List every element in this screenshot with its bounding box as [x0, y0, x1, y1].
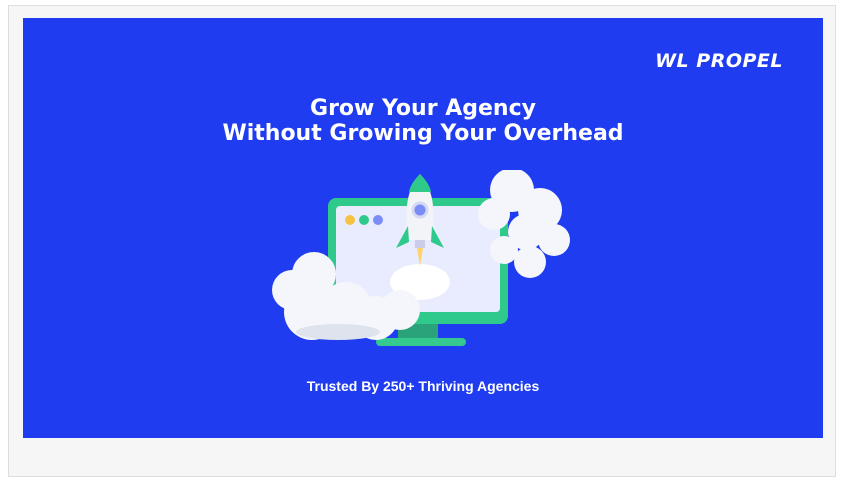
- window-dot-blue: [373, 215, 383, 225]
- monitor-base: [376, 338, 466, 346]
- hero-headline: Grow Your Agency Without Growing Your Ov…: [23, 96, 823, 146]
- headline-line-2: Without Growing Your Overhead: [222, 121, 624, 146]
- hero-tagline: Trusted By 250+ Thriving Agencies: [306, 378, 540, 394]
- hero-banner: WL PROPEL Grow Your Agency Without Growi…: [23, 18, 823, 438]
- window-dot-yellow: [345, 215, 355, 225]
- brand-logo[interactable]: WL PROPEL: [655, 50, 783, 72]
- window-dot-green: [359, 215, 369, 225]
- headline-line-1: Grow Your Agency: [310, 96, 536, 121]
- rocket-monitor-illustration: [272, 170, 570, 346]
